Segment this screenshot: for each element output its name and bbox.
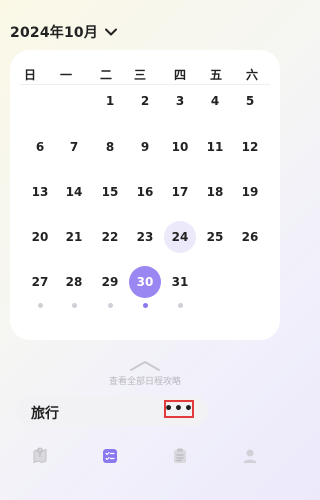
calendar-day[interactable]: 6 [24,131,56,163]
calendar-day[interactable]: 18 [199,176,231,208]
trip-title: 旅行 [31,406,59,422]
calendar-day[interactable]: 11 [199,131,231,163]
calendar-card: 日 一 二 三 四 五 六 1 2 3 4 5 6 7 8 9 10 11 12 13 14 15 16 17 1… [10,50,280,340]
calendar-day[interactable]: 3 [164,85,196,117]
calendar-day[interactable]: 1 [94,85,126,117]
calendar-day[interactable]: 16 [129,176,161,208]
calendar-day[interactable]: 2 [129,85,161,117]
weekday-label: 一 [59,68,72,82]
calendar-day[interactable]: 22 [94,221,126,253]
map-icon [33,447,47,464]
calendar-day[interactable]: 5 [234,85,266,117]
event-dot [177,303,183,308]
weekday-label: 三 [133,68,146,82]
calendar-day[interactable]: 19 [234,176,266,208]
event-dot [107,303,113,308]
event-dot [71,303,77,308]
tab-map[interactable] [30,446,50,466]
calendar-day[interactable]: 30 [129,266,161,298]
chevron-down-icon [105,28,118,36]
calendar-day[interactable]: 28 [58,266,90,298]
profile-icon [243,449,257,463]
month-label: 2024年10月 [10,25,99,41]
calendar-day[interactable]: 21 [58,221,90,253]
calendar-day[interactable]: 23 [129,221,161,253]
tab-checklist[interactable] [170,446,190,466]
event-dot [37,303,43,308]
weekday-label: 六 [245,68,258,82]
weekday-header: 日 一 二 三 四 五 六 [10,66,280,86]
view-all-schedule-link[interactable]: 查看全部日程攻略 [0,374,290,387]
calendar-day[interactable]: 17 [164,176,196,208]
weekday-label: 二 [99,68,112,82]
calendar-day[interactable]: 4 [199,85,231,117]
more-options-button[interactable]: ••• [164,400,194,418]
calendar-day[interactable]: 27 [24,266,56,298]
month-selector[interactable]: 2024年10月 [10,22,118,42]
calendar-day[interactable]: 24 [164,221,196,253]
calendar-day[interactable]: 13 [24,176,56,208]
calendar-day[interactable]: 20 [24,221,56,253]
weekday-label: 日 [23,68,36,82]
calendar-day[interactable]: 10 [164,131,196,163]
chevron-up-icon[interactable] [129,360,161,372]
calendar-day[interactable]: 31 [164,266,196,298]
calendar-day[interactable]: 29 [94,266,126,298]
calendar-day[interactable]: 26 [234,221,266,253]
calendar-day[interactable]: 7 [58,131,90,163]
event-dot [142,303,148,308]
tab-schedule[interactable] [100,446,120,466]
calendar-day[interactable]: 14 [58,176,90,208]
weekday-label: 四 [173,68,186,82]
calendar-day[interactable]: 9 [129,131,161,163]
tab-profile[interactable] [240,446,260,466]
calendar-day[interactable]: 15 [94,176,126,208]
weekday-label: 五 [209,68,222,82]
bottom-tab-bar [0,440,290,474]
calendar-day[interactable]: 12 [234,131,266,163]
schedule-icon [103,449,117,463]
calendar-day[interactable]: 8 [94,131,126,163]
calendar-day[interactable]: 25 [199,221,231,253]
clipboard-icon [174,448,186,463]
